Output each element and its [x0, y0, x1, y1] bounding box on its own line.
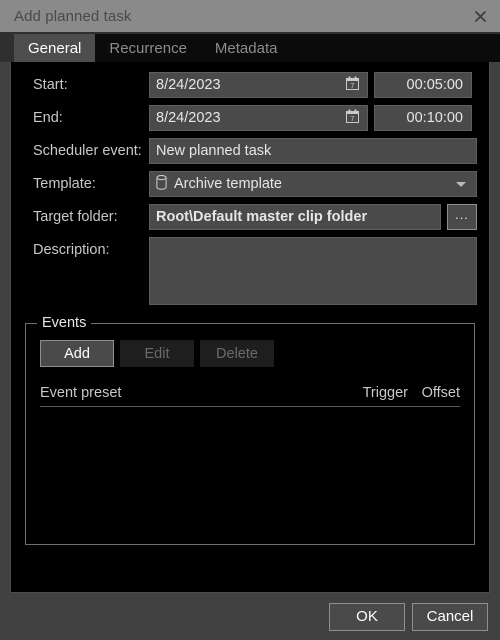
- edit-event-button: Edit: [120, 340, 194, 367]
- start-date-input[interactable]: 8/24/2023 7: [149, 72, 368, 98]
- chevron-down-icon[interactable]: [456, 181, 466, 187]
- events-group: Events Add Edit Delete Event preset Trig…: [25, 315, 475, 545]
- database-icon: [156, 174, 167, 194]
- add-event-label: Add: [64, 345, 90, 362]
- template-label: Template:: [33, 176, 96, 192]
- target-folder-input[interactable]: Root\Default master clip folder: [149, 204, 441, 230]
- description-label: Description:: [33, 242, 110, 258]
- calendar-icon[interactable]: 7: [346, 76, 359, 94]
- scheduler-event-row: Scheduler event: New planned task: [23, 138, 477, 164]
- description-row: Description:: [23, 237, 477, 311]
- edit-event-label: Edit: [144, 345, 170, 362]
- scheduler-event-value: New planned task: [156, 143, 272, 159]
- events-list-header: Event preset Trigger Offset: [40, 385, 460, 407]
- end-label: End:: [33, 110, 63, 126]
- tab-strip-filler: [291, 34, 500, 62]
- column-header-offset[interactable]: Offset: [408, 385, 460, 401]
- ok-button-label: OK: [356, 608, 378, 625]
- start-row: Start: 8/24/2023 7 00:05:00: [23, 72, 477, 98]
- tab-strip: General Recurrence Metadata: [0, 32, 500, 62]
- svg-text:7: 7: [351, 83, 355, 90]
- browse-folder-button[interactable]: ...: [447, 204, 477, 230]
- window-title: Add planned task: [14, 7, 132, 25]
- events-group-title: Events: [37, 315, 92, 331]
- calendar-icon[interactable]: 7: [346, 109, 359, 127]
- events-toolbar: Add Edit Delete: [40, 340, 464, 367]
- target-folder-value: Root\Default master clip folder: [156, 209, 368, 225]
- tab-metadata[interactable]: Metadata: [200, 34, 292, 62]
- browse-folder-label: ...: [455, 206, 469, 222]
- end-time-value: 00:10:00: [406, 110, 463, 126]
- cancel-button[interactable]: Cancel: [412, 602, 488, 631]
- planned-task-form: Start: 8/24/2023 7 00:05:00 End: 8/24/20…: [23, 72, 477, 311]
- delete-event-button: Delete: [200, 340, 274, 367]
- column-header-trigger[interactable]: Trigger: [346, 385, 408, 401]
- end-date-input[interactable]: 8/24/2023 7: [149, 105, 368, 131]
- cancel-button-label: Cancel: [426, 608, 474, 625]
- start-time-value: 00:05:00: [406, 77, 463, 93]
- tab-recurrence[interactable]: Recurrence: [95, 34, 201, 62]
- events-list-body[interactable]: [40, 407, 460, 517]
- tab-metadata-label: Metadata: [214, 39, 278, 57]
- column-header-event-preset[interactable]: Event preset: [40, 385, 346, 401]
- start-label: Start:: [33, 77, 68, 93]
- title-bar: Add planned task: [0, 0, 500, 32]
- template-row: Template: Archive template: [23, 171, 477, 197]
- description-input[interactable]: [149, 237, 477, 305]
- template-dropdown[interactable]: Archive template: [149, 171, 477, 197]
- tab-recurrence-label: Recurrence: [109, 39, 187, 57]
- tab-general[interactable]: General: [14, 34, 96, 62]
- delete-event-label: Delete: [216, 345, 258, 362]
- template-value: Archive template: [174, 176, 282, 192]
- end-time-input[interactable]: 00:10:00: [374, 105, 472, 131]
- scheduler-event-label: Scheduler event:: [33, 143, 142, 159]
- target-folder-label: Target folder:: [33, 209, 118, 225]
- close-icon[interactable]: [460, 0, 500, 32]
- general-tab-page: Start: 8/24/2023 7 00:05:00 End: 8/24/20…: [10, 62, 490, 593]
- target-folder-row: Target folder: Root\Default master clip …: [23, 204, 477, 230]
- end-row: End: 8/24/2023 7 00:10:00: [23, 105, 477, 131]
- tab-general-label: General: [28, 39, 82, 57]
- add-planned-task-dialog: Add planned task General Recurrence Meta…: [0, 0, 500, 640]
- ok-button[interactable]: OK: [329, 602, 405, 631]
- add-event-button[interactable]: Add: [40, 340, 114, 367]
- scheduler-event-input[interactable]: New planned task: [149, 138, 477, 164]
- end-date-value: 8/24/2023: [156, 110, 221, 126]
- start-time-input[interactable]: 00:05:00: [374, 72, 472, 98]
- start-date-value: 8/24/2023: [156, 77, 221, 93]
- dialog-footer: OK Cancel: [0, 593, 500, 640]
- svg-text:7: 7: [351, 116, 355, 123]
- events-list: Event preset Trigger Offset: [40, 385, 460, 517]
